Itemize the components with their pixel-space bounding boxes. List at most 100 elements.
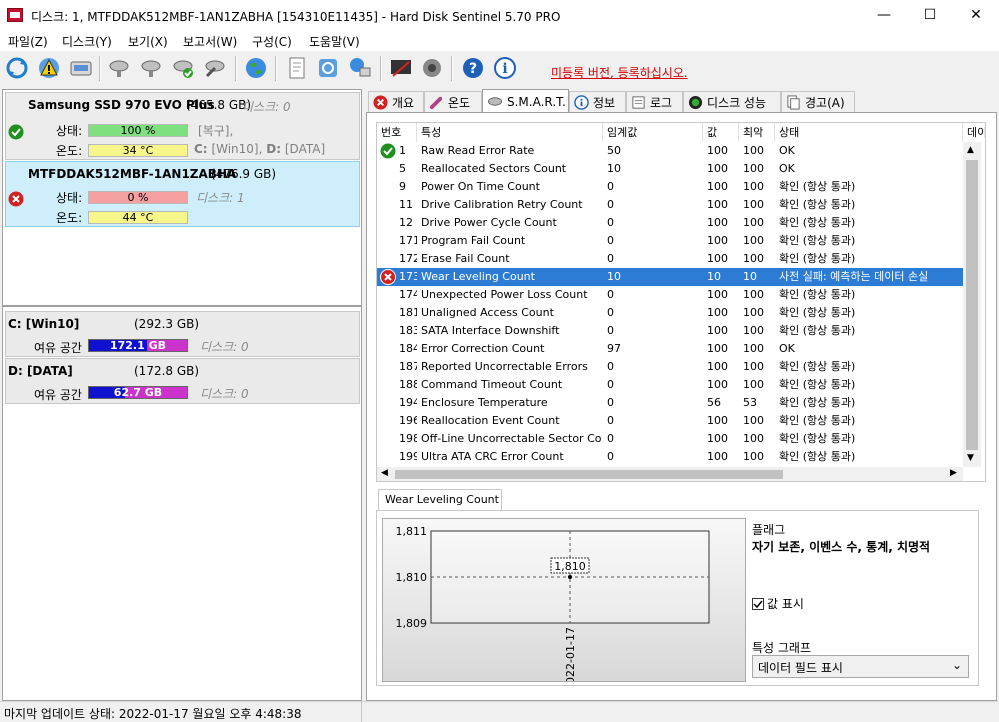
table-row[interactable]: 172 Erase Fail Count 0 100 100 확인 (항상 통과): [377, 250, 963, 268]
drive-tool-icon[interactable]: [202, 55, 228, 81]
scroll-thumb[interactable]: [395, 470, 783, 479]
col-header[interactable]: 상태: [775, 123, 963, 142]
drive-icon[interactable]: [106, 55, 132, 81]
disk-card-1[interactable]: MTFDDAK512MBF-1AN1ZABHA (476.9 GB) 상태: 0…: [5, 161, 360, 227]
table-row[interactable]: 196 Reallocation Event Count 0 100 100 확인 (항상…: [377, 412, 963, 430]
scroll-thumb[interactable]: [966, 160, 978, 450]
about-icon[interactable]: i: [492, 55, 518, 81]
table-row[interactable]: 12 Drive Power Cycle Count 0 100 100 확인 (항상 통…: [377, 214, 963, 232]
cell-worst: 100: [743, 198, 764, 211]
volume-card-c[interactable]: C: [Win10] (292.3 GB) 여유 공간 172.1 GB 디스크…: [5, 311, 360, 357]
table-row[interactable]: 188 Command Timeout Count 0 100 100 확인 (항상 통과…: [377, 376, 963, 394]
tab-label: 로그: [650, 95, 673, 110]
tab-label: 온도: [448, 95, 471, 110]
table-row[interactable]: 181 Unaligned Access Count 0 100 100 확인 (항상 통…: [377, 304, 963, 322]
network-icon[interactable]: [347, 55, 373, 81]
unregistered-link[interactable]: 미등록 버전, 등록하십시오.: [551, 64, 688, 81]
health-ok-icon: [8, 124, 24, 143]
table-row[interactable]: 173 Wear Leveling Count 10 10 10 사전 실패: 예측하는 …: [377, 268, 963, 286]
help-icon[interactable]: ?: [460, 55, 486, 81]
cell-id: 171: [399, 234, 417, 247]
chevron-down-icon[interactable]: ⌄: [952, 658, 962, 672]
globe-icon[interactable]: [243, 55, 269, 81]
horizontal-scrollbar[interactable]: ◀ ▶: [377, 467, 963, 481]
scroll-up-icon[interactable]: ▲: [967, 145, 974, 155]
cell-status: 확인 (항상 통과): [779, 288, 856, 301]
scroll-down-icon[interactable]: ▼: [967, 453, 974, 463]
table-row[interactable]: 171 Program Fail Count 0 100 100 확인 (항상 통과): [377, 232, 963, 250]
cell-worst: 100: [743, 360, 764, 373]
table-row[interactable]: 184 Error Correction Count 97 100 100 OK: [377, 340, 963, 358]
menu-help[interactable]: 도움말(V): [309, 33, 360, 50]
tab-overview[interactable]: 개요: [368, 91, 424, 112]
tab-performance[interactable]: 디스크 성능: [683, 91, 781, 112]
table-row[interactable]: 187 Reported Uncorrectable Errors 0 100 100 확…: [377, 358, 963, 376]
cell-threshold: 97: [607, 342, 621, 355]
cell-value: 56: [707, 396, 721, 409]
table-row[interactable]: 174 Unexpected Power Loss Count 0 100 100 확인 …: [377, 286, 963, 304]
disk-name: MTFDDAK512MBF-1AN1ZABHA: [28, 167, 237, 181]
cell-status: 확인 (항상 통과): [779, 378, 856, 391]
col-header[interactable]: 값: [703, 123, 739, 142]
speaker-icon[interactable]: [419, 55, 445, 81]
menu-config[interactable]: 구성(C): [252, 33, 292, 50]
attribute-graph-label: 특성 그래프: [752, 641, 812, 655]
col-header[interactable]: 특성: [417, 123, 603, 142]
smart-table[interactable]: 번호 특성 임계값 값 최악 상태 데이 1 Raw Read Error Rat…: [376, 122, 986, 482]
sync-icon[interactable]: [315, 55, 341, 81]
scroll-right-icon[interactable]: ▶: [950, 468, 957, 478]
menu-view[interactable]: 보기(X): [128, 33, 168, 50]
tab-alerts[interactable]: 경고(A): [781, 91, 855, 112]
chart-tab[interactable]: Wear Leveling Count: [378, 489, 502, 511]
disk-info-icon[interactable]: [68, 55, 94, 81]
tab-info[interactable]: 정보: [569, 91, 626, 112]
refresh-icon[interactable]: [4, 55, 30, 81]
table-row[interactable]: 194 Enclosure Temperature 0 56 53 확인 (항상 통과): [377, 394, 963, 412]
table-row[interactable]: 199 Ultra ATA CRC Error Count 0 100 100 확인 (항…: [377, 448, 963, 466]
table-row[interactable]: 9 Power On Time Count 0 100 100 확인 (항상 통과): [377, 178, 963, 196]
col-header[interactable]: 최악: [739, 123, 775, 142]
cell-threshold: 0: [607, 414, 614, 427]
col-header[interactable]: 데이: [963, 123, 985, 142]
cell-threshold: 0: [607, 198, 614, 211]
attribute-graph-select[interactable]: 데이터 필드 표시 ⌄: [752, 655, 969, 678]
menu-file[interactable]: 파일(Z): [8, 33, 48, 50]
table-row[interactable]: 1 Raw Read Error Rate 50 100 100 OK: [377, 142, 963, 160]
scroll-left-icon[interactable]: ◀: [381, 468, 388, 478]
minimize-button[interactable]: —: [861, 0, 907, 31]
data-point: [568, 575, 572, 579]
title-bar[interactable]: 디스크: 1, MTFDDAK512MBF-1AN1ZABHA [154310E…: [0, 0, 999, 32]
error-icon: [373, 94, 388, 110]
alert-config-icon[interactable]: [388, 55, 414, 81]
app-icon[interactable]: [7, 8, 23, 22]
tab-smart[interactable]: S.M.A.R.T.: [482, 89, 569, 113]
maximize-button[interactable]: ☐: [907, 0, 953, 31]
close-button[interactable]: ✕: [953, 0, 999, 31]
menu-report[interactable]: 보고서(W): [183, 33, 237, 50]
warning-refresh-icon[interactable]: [36, 55, 62, 81]
checkbox-box[interactable]: [752, 597, 764, 610]
show-values-checkbox[interactable]: 값 표시: [752, 595, 804, 612]
volume-card-d[interactable]: D: [DATA] (172.8 GB) 여유 공간 62.7 GB 디스크: …: [5, 358, 360, 404]
col-header[interactable]: 임계값: [603, 123, 703, 142]
table-row[interactable]: 183 SATA Interface Downshift 0 100 100 확인 (항상…: [377, 322, 963, 340]
table-row[interactable]: 198 Off-Line Uncorrectable Sector Co... 0 1…: [377, 430, 963, 448]
volume-size: (292.3 GB): [134, 317, 200, 331]
cell-threshold: 0: [607, 234, 614, 247]
tab-log[interactable]: 로그: [626, 91, 683, 112]
report-icon[interactable]: [284, 55, 310, 81]
table-row[interactable]: 5 Reallocated Sectors Count 10 100 100 OK: [377, 160, 963, 178]
drive-test-icon[interactable]: [138, 55, 164, 81]
health-bar: 100 %: [88, 124, 188, 137]
menu-disk[interactable]: 디스크(Y): [62, 33, 112, 50]
disk-card-0[interactable]: Samsung SSD 970 EVO Plus (465.8 GB) 디스크:…: [5, 92, 360, 160]
toolbar: ? i 미등록 버전, 등록하십시오.: [0, 51, 999, 87]
table-row[interactable]: 11 Drive Calibration Retry Count 0 100 100 확인…: [377, 196, 963, 214]
cell-id: 181: [399, 306, 417, 319]
tab-temperature[interactable]: 온도: [424, 91, 482, 112]
cell-threshold: 0: [607, 216, 614, 229]
vertical-scrollbar[interactable]: ▲ ▼: [963, 142, 981, 467]
col-header[interactable]: 번호: [377, 123, 417, 142]
cell-status: 확인 (항상 통과): [779, 216, 856, 229]
drive-ok-icon[interactable]: [170, 55, 196, 81]
